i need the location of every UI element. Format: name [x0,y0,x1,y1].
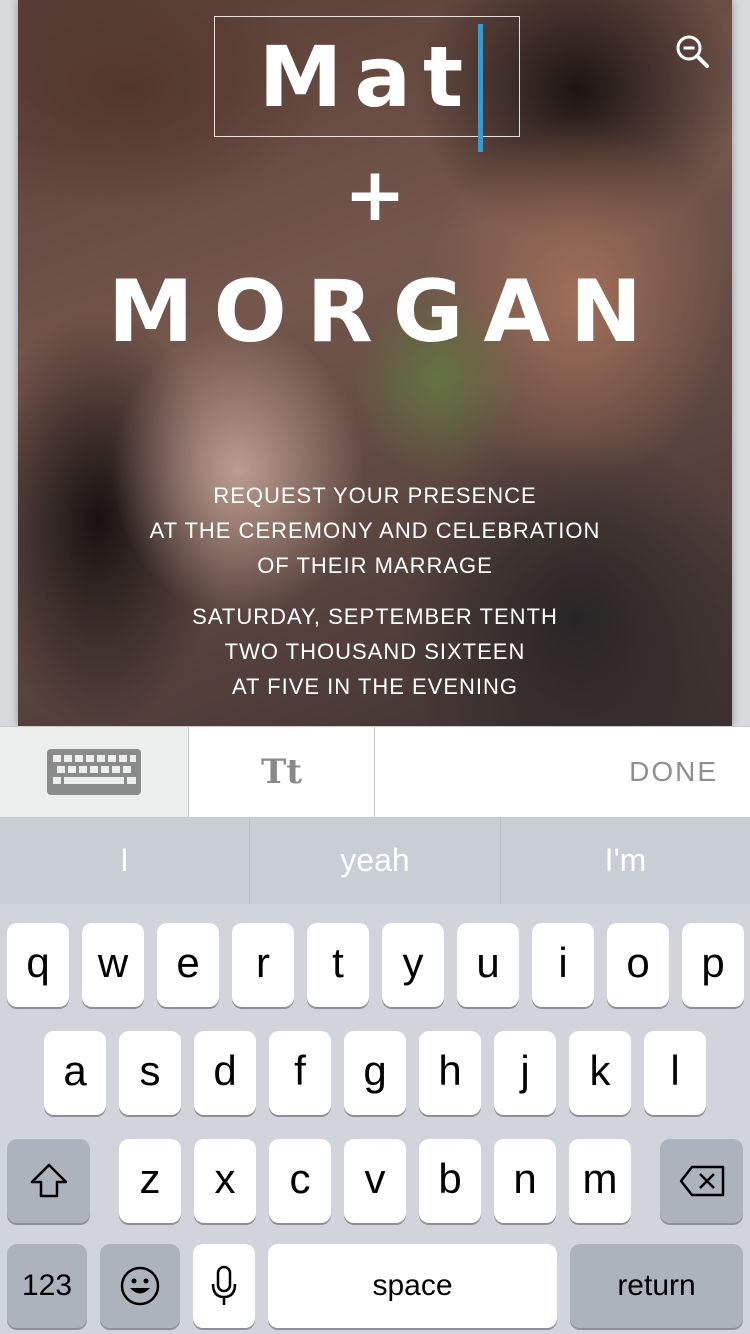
key-f[interactable]: f [269,1031,331,1115]
key-g[interactable]: g [344,1031,406,1115]
key-m[interactable]: m [569,1139,631,1223]
request-line: OF THEIR MARRAGE [257,553,493,578]
request-text-block[interactable]: REQUEST YOUR PRESENCE AT THE CEREMONY AN… [18,478,732,583]
key-t[interactable]: t [307,923,369,1007]
backspace-icon [679,1165,724,1197]
key-s[interactable]: s [119,1031,181,1115]
numbers-key[interactable]: 123 [7,1244,87,1328]
date-line: TWO THOUSAND SIXTEEN [224,639,526,664]
key-a[interactable]: a [44,1031,106,1115]
plus-separator[interactable]: + [18,150,732,240]
key-y[interactable]: y [382,923,444,1007]
dictation-key[interactable] [193,1244,255,1328]
done-button[interactable]: DONE [629,727,718,817]
key-i[interactable]: i [532,923,594,1007]
key-l[interactable]: l [644,1031,706,1115]
return-key[interactable]: return [570,1244,743,1328]
key-u[interactable]: u [457,923,519,1007]
key-b[interactable]: b [419,1139,481,1223]
key-o[interactable]: o [607,923,669,1007]
key-r[interactable]: r [232,923,294,1007]
predictive-suggestions-bar: I yeah I'm [0,818,750,904]
key-w[interactable]: w [82,923,144,1007]
key-j[interactable]: j [494,1031,556,1115]
date-text-block[interactable]: SATURDAY, SEPTEMBER TENTH TWO THOUSAND S… [18,599,732,704]
key-c[interactable]: c [269,1139,331,1223]
second-name-text[interactable]: MORGAN [18,262,732,362]
microphone-icon [211,1265,237,1305]
key-v[interactable]: v [344,1139,406,1223]
key-h[interactable]: h [419,1031,481,1115]
request-line: AT THE CEREMONY AND CELEBRATION [149,518,601,543]
suggestion-item[interactable]: I'm [501,818,750,904]
key-n[interactable]: n [494,1139,556,1223]
key-e[interactable]: e [157,923,219,1007]
zoom-out-icon[interactable] [674,33,710,69]
keyboard-icon [47,749,141,795]
key-k[interactable]: k [569,1031,631,1115]
key-z[interactable]: z [119,1139,181,1223]
key-d[interactable]: d [194,1031,256,1115]
date-line: AT FIVE IN THE EVENING [231,674,519,699]
suggestion-item[interactable]: yeah [250,818,500,904]
key-q[interactable]: q [7,923,69,1007]
text-style-button[interactable]: Tt [189,727,375,817]
first-name-text-box[interactable]: Mat [214,16,520,137]
onscreen-keyboard: q w e r t y u i o p a s d f g h j k l z … [0,904,750,1334]
request-line: REQUEST YOUR PRESENCE [213,483,537,508]
text-cursor [478,24,483,152]
delete-key[interactable] [660,1139,743,1223]
emoji-key[interactable] [100,1244,180,1328]
first-name-text[interactable]: Mat [215,27,519,127]
key-x[interactable]: x [194,1139,256,1223]
key-p[interactable]: p [682,923,744,1007]
keyboard-toggle-button[interactable] [0,727,189,817]
editor-toolbar: Tt DONE [0,726,750,818]
shift-icon [30,1163,67,1198]
date-line: SATURDAY, SEPTEMBER TENTH [192,604,558,629]
emoji-icon [120,1266,160,1306]
shift-key[interactable] [7,1139,90,1223]
space-key[interactable]: space [268,1244,557,1328]
invitation-card: Mat + MORGAN REQUEST YOUR PRESENCE AT TH… [18,0,732,726]
suggestion-item[interactable]: I [0,818,249,904]
